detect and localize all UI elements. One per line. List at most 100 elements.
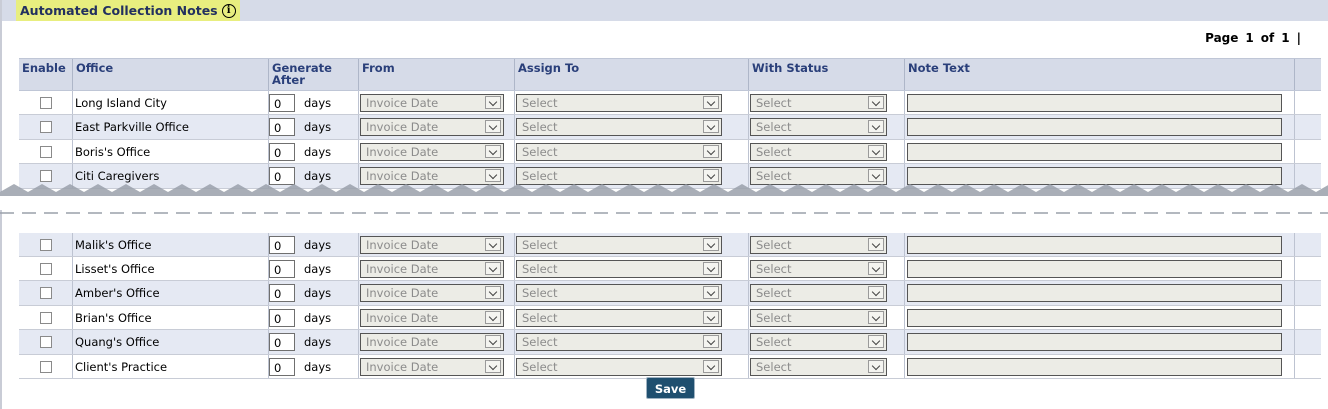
note-text-input[interactable] <box>907 142 1282 161</box>
status-select[interactable]: Select <box>750 118 887 137</box>
assign-to-select[interactable]: Select <box>516 142 722 161</box>
note-text-input[interactable] <box>907 284 1282 303</box>
generate-after-days-input[interactable]: 0 <box>269 142 295 161</box>
col-divider <box>1294 115 1295 139</box>
note-text-input[interactable] <box>907 167 1282 186</box>
enable-checkbox[interactable] <box>40 145 52 158</box>
torn-edge <box>0 184 1328 220</box>
status-select[interactable]: Select <box>750 235 887 254</box>
status-select[interactable]: Select <box>750 284 887 303</box>
note-text-input[interactable] <box>907 235 1282 254</box>
generate-after-days-input[interactable]: 0 <box>269 94 295 112</box>
office-name: Client's Practice <box>75 359 168 374</box>
status-select-value: Select <box>756 144 792 159</box>
from-select[interactable]: Invoice Date <box>360 118 504 137</box>
pager-page-word: Page <box>1205 31 1239 45</box>
save-button[interactable]: Save <box>646 377 695 399</box>
note-text-input[interactable] <box>907 308 1282 327</box>
col-divider <box>904 91 905 115</box>
table-body-top: Long Island City 0 days Invoice Date Select S… <box>19 91 1321 189</box>
col-divider <box>904 354 905 378</box>
status-select[interactable]: Select <box>750 167 887 186</box>
enable-checkbox[interactable] <box>40 311 52 324</box>
from-select-value: Invoice Date <box>366 310 439 325</box>
pager-separator: | <box>1296 31 1301 45</box>
col-divider <box>72 139 73 164</box>
from-select[interactable]: Invoice Date <box>360 167 504 186</box>
enable-checkbox[interactable] <box>40 262 52 275</box>
generate-after-days-input[interactable]: 0 <box>269 357 295 376</box>
header-enable: Enable <box>22 61 66 75</box>
generate-after-days-input[interactable]: 0 <box>269 235 295 254</box>
generate-after-days-input[interactable]: 0 <box>269 118 295 137</box>
generate-after-days-input[interactable]: 0 <box>269 259 295 278</box>
from-select[interactable]: Invoice Date <box>360 284 504 303</box>
col-divider <box>514 256 515 281</box>
chevron-down-icon <box>703 169 719 183</box>
from-select-value: Invoice Date <box>366 261 439 276</box>
status-select-value: Select <box>756 261 792 276</box>
from-select[interactable]: Invoice Date <box>360 142 504 161</box>
assign-to-select[interactable]: Select <box>516 333 722 352</box>
note-text-input[interactable] <box>907 118 1282 137</box>
generate-after-days-input[interactable]: 0 <box>269 308 295 327</box>
enable-checkbox[interactable] <box>40 336 52 349</box>
note-text-input[interactable] <box>907 357 1282 376</box>
enable-checkbox[interactable] <box>40 170 52 183</box>
note-text-input[interactable] <box>907 259 1282 278</box>
status-select[interactable]: Select <box>750 259 887 278</box>
assign-to-select-value: Select <box>522 120 558 135</box>
note-text-input[interactable] <box>907 333 1282 352</box>
col-divider <box>904 139 905 164</box>
info-icon[interactable]: i <box>221 3 236 18</box>
enable-checkbox[interactable] <box>40 97 52 109</box>
from-select[interactable]: Invoice Date <box>360 357 504 376</box>
from-select[interactable]: Invoice Date <box>360 333 504 352</box>
col-divider <box>72 354 73 378</box>
col-divider <box>1294 305 1295 330</box>
status-select[interactable]: Select <box>750 333 887 352</box>
from-select[interactable]: Invoice Date <box>360 308 504 327</box>
col-divider <box>748 354 749 378</box>
enable-checkbox[interactable] <box>40 238 52 251</box>
days-label: days <box>304 261 332 276</box>
table-row: Boris's Office 0 days Invoice Date Select Sel… <box>19 139 1321 165</box>
from-select[interactable]: Invoice Date <box>360 94 504 112</box>
generate-after-days-input[interactable]: 0 <box>269 333 295 352</box>
assign-to-select[interactable]: Select <box>516 167 722 186</box>
status-select[interactable]: Select <box>750 308 887 327</box>
header-assign-to: Assign To <box>514 59 748 90</box>
col-divider <box>1294 139 1295 164</box>
generate-after-days-input[interactable]: 0 <box>269 167 295 186</box>
status-select-value: Select <box>756 286 792 301</box>
enable-checkbox[interactable] <box>40 121 52 134</box>
enable-checkbox[interactable] <box>40 360 52 373</box>
assign-to-select-value: Select <box>522 96 558 110</box>
status-select[interactable]: Select <box>750 94 887 112</box>
assign-to-select[interactable]: Select <box>516 259 722 278</box>
chevron-down-icon <box>485 144 501 158</box>
enable-checkbox[interactable] <box>40 287 52 300</box>
header-from: From <box>358 59 514 90</box>
assign-to-select[interactable]: Select <box>516 308 722 327</box>
generate-after-days-input[interactable]: 0 <box>269 284 295 303</box>
status-select[interactable]: Select <box>750 142 887 161</box>
assign-to-select[interactable]: Select <box>516 118 722 137</box>
assign-to-select[interactable]: Select <box>516 94 722 112</box>
table-row: Client's Practice 0 days Invoice Date Select… <box>19 354 1321 379</box>
col-divider <box>72 115 73 139</box>
from-select[interactable]: Invoice Date <box>360 235 504 254</box>
from-select[interactable]: Invoice Date <box>360 259 504 278</box>
chevron-down-icon <box>868 120 884 134</box>
assign-to-select[interactable]: Select <box>516 235 722 254</box>
col-divider <box>358 256 359 281</box>
note-text-input[interactable] <box>907 94 1282 112</box>
chevron-down-icon <box>485 261 501 275</box>
status-select[interactable]: Select <box>750 357 887 376</box>
col-divider <box>358 115 359 139</box>
chevron-down-icon <box>868 261 884 275</box>
assign-to-select[interactable]: Select <box>516 357 722 376</box>
header-note-text: Note Text <box>904 59 1294 90</box>
from-select-value: Invoice Date <box>366 169 439 184</box>
assign-to-select[interactable]: Select <box>516 284 722 303</box>
